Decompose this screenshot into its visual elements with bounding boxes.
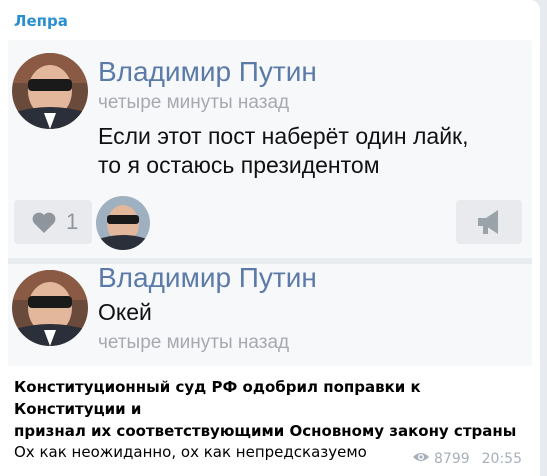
megaphone-icon — [478, 210, 498, 234]
eye-icon — [412, 451, 430, 467]
reply-text: Окей — [98, 299, 152, 325]
post-text-line2: то я остаюсь президентом — [98, 152, 380, 178]
like-count: 1 — [66, 209, 79, 234]
reply-avatar — [12, 270, 88, 346]
message-bubble: Лепра Владимир Путин четыре минуты назад… — [0, 0, 540, 476]
headline-line2: признал их соответствующими Основному за… — [14, 422, 517, 440]
share-button[interactable] — [456, 200, 522, 244]
avatar — [12, 53, 88, 129]
post-screenshot-image[interactable]: Владимир Путин четыре минуты назад Если … — [8, 40, 532, 366]
reply-author: Владимир Путин — [98, 262, 317, 293]
message-headline: Конституционный суд РФ одобрил поправки … — [14, 376, 534, 442]
message-comment: Ох как неожиданно, ох как непредсказуемо — [14, 443, 367, 461]
post-text-line1: Если этот пост наберёт один лайк, — [98, 123, 469, 149]
headline-line1: Конституционный суд РФ одобрил поправки … — [14, 378, 421, 418]
message-time: 20:55 — [481, 451, 522, 467]
message-meta: 8799 20:55 — [412, 450, 522, 468]
post-author: Владимир Путин — [98, 56, 317, 87]
channel-name[interactable]: Лепра — [14, 12, 68, 30]
reply-time-ago: четыре минуты назад — [98, 332, 290, 353]
like-button[interactable]: 1 — [14, 200, 92, 244]
heart-icon — [32, 212, 56, 237]
view-count: 8799 — [434, 451, 470, 467]
liker-avatar[interactable] — [96, 196, 150, 250]
post-time-ago: четыре минуты назад — [98, 92, 290, 113]
